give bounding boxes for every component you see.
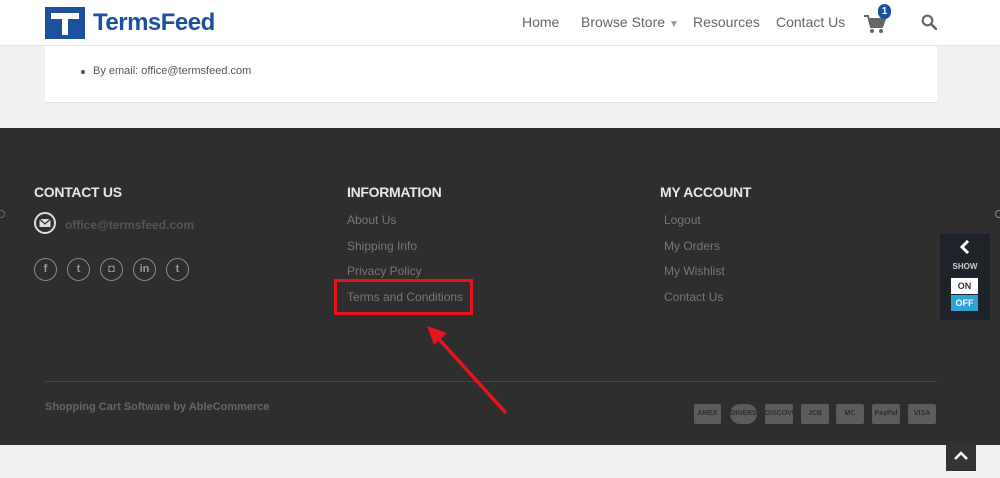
toggle-off-button[interactable]: OFF (951, 295, 978, 311)
chevron-left-icon[interactable] (958, 240, 972, 254)
scroll-to-top-button[interactable] (946, 441, 976, 471)
show-label: SHOW (952, 262, 978, 271)
annotation-arrow-icon (427, 326, 507, 414)
chevron-up-icon (954, 451, 968, 460)
side-toggle-widget: SHOW ON OFF (940, 234, 990, 320)
toggle-on-button[interactable]: ON (951, 278, 978, 294)
edge-marker-icon (995, 210, 1000, 218)
